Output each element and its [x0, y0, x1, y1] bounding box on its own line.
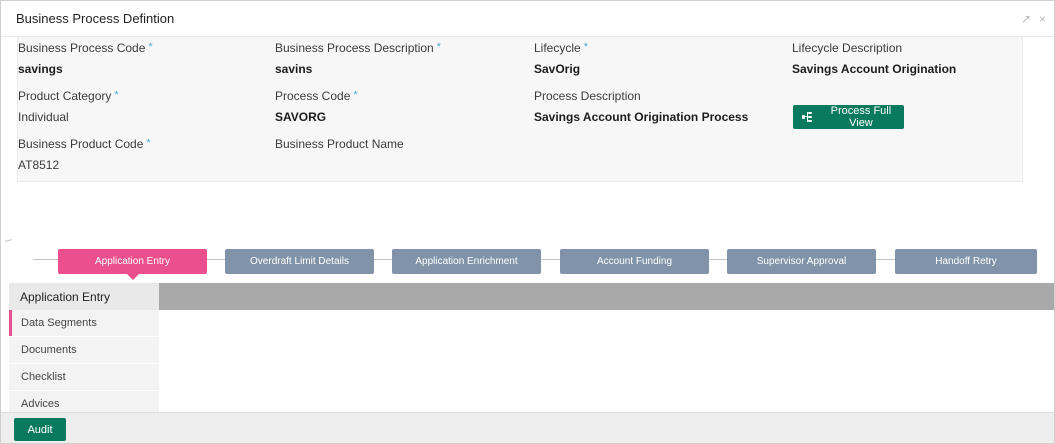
lifecycle-label: Lifecycle [534, 41, 581, 55]
scroll-left-mark [4, 239, 13, 242]
business-process-code-label: Business Process Code [18, 41, 146, 55]
business-process-description-label: Business Process Description [275, 41, 434, 55]
business-product-code-value: AT8512 [18, 158, 60, 172]
section-nav: Data Segments Documents Checklist Advice… [9, 310, 159, 418]
process-code-field: Process Code * SAVORG [275, 89, 358, 124]
stage-content: Application Entry Data Segments Document… [1, 283, 1054, 417]
lifecycle-description-label: Lifecycle Description [792, 41, 903, 55]
required-marker: * [583, 41, 588, 53]
footer-bar: Audit [1, 412, 1054, 443]
business-process-description-value: savins [275, 62, 313, 76]
nav-item-checklist[interactable]: Checklist [9, 364, 159, 390]
stage-application-entry[interactable]: Application Entry [58, 249, 207, 280]
process-full-view-button[interactable]: Process Full View [793, 105, 904, 129]
close-icon[interactable]: × [1039, 13, 1046, 25]
process-description-field: Process Description Savings Account Orig… [534, 89, 748, 124]
required-marker: * [436, 41, 442, 53]
required-marker: * [146, 137, 151, 149]
lifecycle-value: SavOrig [534, 62, 581, 76]
stage-handoff-retry[interactable]: Handoff Retry [895, 249, 1037, 274]
business-product-name-label: Business Product Name [275, 137, 404, 151]
lifecycle-field: Lifecycle * SavOrig [534, 41, 588, 76]
window-title: Business Process Defintion [16, 11, 175, 26]
business-process-code-value: savings [18, 62, 63, 76]
process-code-value: SAVORG [275, 110, 327, 124]
restore-icon[interactable]: ↗ [1021, 13, 1031, 25]
stage-flow: Application Entry Overdraft Limit Detail… [1, 237, 1054, 283]
stage-account-funding[interactable]: Account Funding [560, 249, 709, 274]
business-process-window: Business Process Defintion ↗ × Business … [0, 0, 1055, 444]
section-header-bar [159, 283, 1054, 310]
business-product-name-field: Business Product Name [275, 137, 404, 158]
section-title: Application Entry [9, 283, 159, 310]
product-category-label: Product Category [18, 89, 112, 103]
business-product-code-field: Business Product Code * AT8512 [18, 137, 151, 172]
nav-item-data-segments[interactable]: Data Segments [9, 310, 159, 336]
nav-item-documents[interactable]: Documents [9, 337, 159, 363]
process-description-label: Process Description [534, 89, 641, 103]
product-category-field: Product Category * Individual [18, 89, 119, 124]
lifecycle-description-field: Lifecycle Description Savings Account Or… [792, 41, 956, 76]
process-code-label: Process Code [275, 89, 351, 103]
required-marker: * [148, 41, 153, 53]
title-bar: Business Process Defintion [1, 1, 1054, 37]
process-full-view-label: Process Full View [830, 105, 892, 129]
process-details-panel: Business Process Code * savings Business … [17, 37, 1023, 182]
audit-button[interactable]: Audit [14, 418, 66, 441]
business-process-description-field: Business Process Description * savins [275, 41, 441, 76]
stage-overdraft-limit-details[interactable]: Overdraft Limit Details [225, 249, 374, 274]
stage-supervisor-approval[interactable]: Supervisor Approval [727, 249, 876, 274]
lifecycle-description-value: Savings Account Origination [792, 62, 957, 76]
business-product-code-label: Business Product Code [18, 137, 144, 151]
process-description-value: Savings Account Origination Process [534, 110, 749, 124]
required-marker: * [353, 89, 358, 101]
window-controls: ↗ × [1021, 13, 1046, 25]
required-marker: * [114, 89, 119, 101]
stage-application-enrichment[interactable]: Application Enrichment [392, 249, 541, 274]
flow-diagram-icon [802, 112, 812, 122]
product-category-value: Individual [18, 110, 69, 124]
business-process-code-field: Business Process Code * savings [18, 41, 153, 76]
